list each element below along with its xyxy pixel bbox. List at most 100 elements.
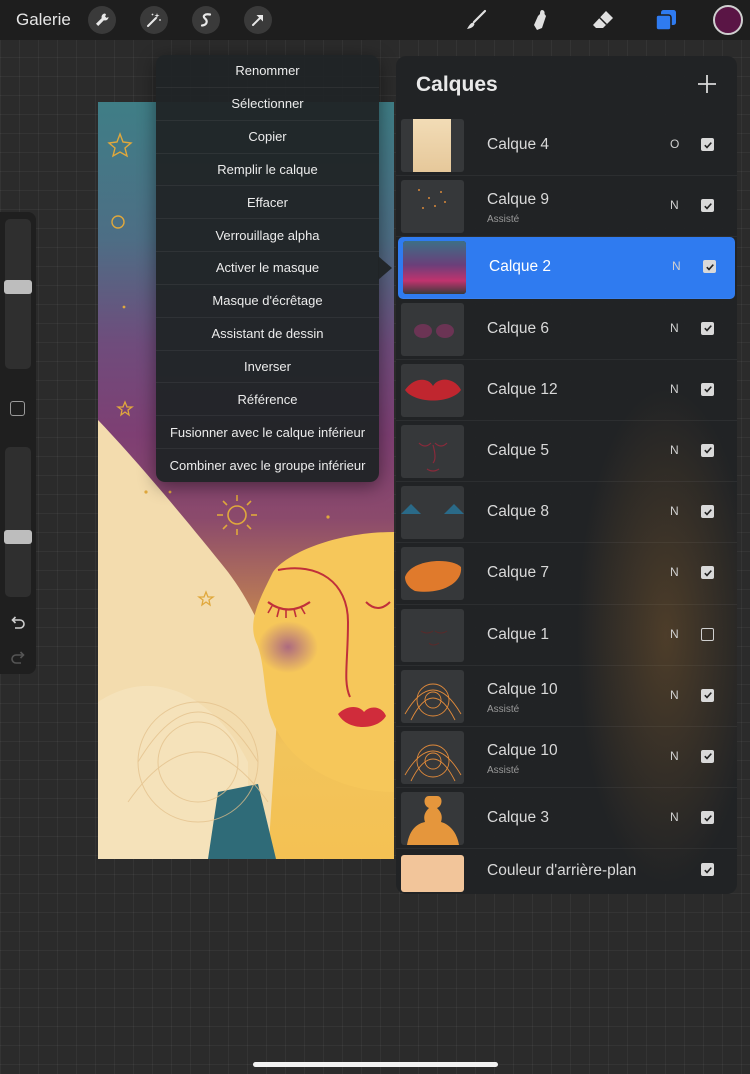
blend-mode-button[interactable]: N	[670, 810, 679, 824]
visibility-checkbox[interactable]	[701, 811, 714, 825]
layer-thumbnail[interactable]	[401, 180, 464, 234]
visibility-checkbox[interactable]	[701, 138, 714, 151]
menu-item[interactable]: Effacer	[156, 186, 379, 220]
visibility-checkbox[interactable]	[701, 505, 714, 519]
layer-thumbnail[interactable]	[401, 608, 464, 662]
menu-item[interactable]: Masque d'écrêtage	[156, 285, 379, 318]
menu-item[interactable]: Assistant de dessin	[156, 318, 379, 351]
blend-mode-button[interactable]: N	[670, 198, 679, 212]
menu-item[interactable]: Référence	[156, 383, 379, 417]
menu-pointer	[378, 256, 392, 280]
visibility-checkbox[interactable]	[701, 199, 714, 213]
blend-mode-button[interactable]: N	[670, 565, 679, 579]
background-color-swatch[interactable]	[401, 855, 464, 893]
blend-mode-button[interactable]: N	[670, 443, 679, 457]
color-picker-swatch[interactable]	[713, 5, 743, 35]
layer-name: Calque 5	[487, 441, 550, 459]
layer-row[interactable]: Calque 4 O	[396, 115, 737, 177]
layer-thumbnail[interactable]	[403, 241, 466, 295]
visibility-checkbox[interactable]	[701, 749, 714, 763]
magic-wand-icon[interactable]	[140, 6, 168, 34]
layer-thumbnail[interactable]	[401, 119, 464, 172]
menu-item[interactable]: Remplir le calque	[156, 154, 379, 187]
layer-thumbnail[interactable]	[401, 486, 464, 540]
menu-item[interactable]: Fusionner avec le calque inférieur	[156, 416, 379, 450]
transform-arrow-icon[interactable]	[244, 6, 272, 34]
background-color-row[interactable]: Couleur d'arrière-plan	[396, 849, 737, 894]
menu-item[interactable]: Activer le masque	[156, 252, 379, 285]
layer-name: Couleur d'arrière-plan	[487, 862, 637, 880]
menu-item[interactable]: Sélectionner	[156, 88, 379, 121]
layer-subtitle: Assisté	[487, 764, 520, 776]
layer-thumbnail[interactable]	[401, 363, 464, 417]
layer-name: Calque 8	[487, 503, 550, 521]
layer-row[interactable]: Calque 6 N	[396, 299, 737, 360]
layers-icon[interactable]	[653, 7, 679, 33]
blend-mode-button[interactable]: N	[670, 382, 679, 396]
menu-item[interactable]: Verrouillage alpha	[156, 219, 379, 253]
layer-name: Calque 4	[487, 136, 550, 153]
visibility-checkbox[interactable]	[701, 863, 714, 877]
layer-thumbnail[interactable]	[401, 424, 464, 478]
layer-row[interactable]: Calque 9 Assisté N	[396, 176, 737, 238]
layer-row[interactable]: Calque 3 N	[396, 788, 737, 850]
panel-title: Calques	[416, 73, 498, 96]
visibility-checkbox[interactable]	[701, 321, 714, 335]
blend-mode-button[interactable]: N	[670, 688, 679, 702]
blend-mode-button[interactable]: N	[670, 504, 679, 518]
layer-name: Calque 7	[487, 564, 550, 582]
blend-mode-button[interactable]: O	[670, 137, 679, 151]
visibility-checkbox[interactable]	[701, 566, 714, 580]
visibility-checkbox[interactable]	[701, 382, 714, 396]
visibility-checkbox[interactable]	[701, 688, 714, 702]
layer-thumbnail[interactable]	[401, 547, 464, 601]
layer-thumbnail[interactable]	[401, 730, 464, 784]
menu-item[interactable]: Renommer	[156, 55, 379, 88]
layer-context-menu: Renommer Sélectionner Copier Remplir le cal…	[156, 55, 379, 482]
layer-name: Calque 3	[487, 809, 550, 827]
visibility-checkbox[interactable]	[701, 627, 714, 641]
undo-icon[interactable]	[9, 614, 27, 632]
layer-name: Calque 12	[487, 380, 558, 398]
smudge-icon[interactable]	[527, 7, 553, 33]
wrench-icon[interactable]	[88, 6, 116, 34]
layer-row[interactable]: Calque 12 N	[396, 360, 737, 421]
layer-row[interactable]: Calque 5 N	[396, 421, 737, 483]
blend-mode-button[interactable]: N	[670, 749, 679, 763]
brush-icon[interactable]	[463, 7, 489, 33]
brush-size-slider[interactable]	[4, 219, 32, 369]
blend-mode-button[interactable]: N	[670, 627, 679, 641]
layer-list: Calque 4 O Calque 9 Assisté N Calque 2 N Calque…	[396, 115, 737, 894]
visibility-checkbox[interactable]	[703, 260, 716, 274]
layer-name: Calque 10	[487, 680, 558, 698]
layer-row[interactable]: Calque 10 Assisté N	[396, 727, 737, 789]
eraser-icon[interactable]	[590, 7, 616, 33]
plus-icon[interactable]	[696, 73, 718, 95]
layer-thumbnail[interactable]	[401, 302, 464, 356]
layer-thumbnail[interactable]	[401, 792, 464, 846]
menu-item[interactable]: Copier	[156, 121, 379, 154]
layer-row[interactable]: Calque 10 Assisté N	[396, 666, 737, 727]
menu-item[interactable]: Combiner avec le groupe inférieur	[156, 449, 379, 482]
left-sidebar	[0, 212, 36, 674]
gallery-button[interactable]: Galerie	[16, 10, 71, 30]
brush-size-thumb[interactable]	[4, 280, 32, 294]
layer-row[interactable]: Calque 2 N	[398, 237, 735, 299]
layer-name: Calque 6	[487, 319, 550, 337]
redo-icon[interactable]	[9, 649, 27, 667]
blend-mode-button[interactable]: N	[672, 259, 681, 273]
layer-row[interactable]: Calque 8 N	[396, 482, 737, 544]
home-indicator[interactable]	[253, 1062, 498, 1067]
modifier-square-icon[interactable]	[10, 401, 25, 416]
layer-thumbnail[interactable]	[401, 669, 464, 723]
top-toolbar: Galerie	[0, 0, 750, 40]
menu-item[interactable]: Inverser	[156, 351, 379, 384]
layer-row[interactable]: Calque 1 N	[396, 605, 737, 666]
opacity-thumb[interactable]	[4, 530, 32, 544]
layer-name: Calque 10	[487, 741, 558, 759]
layer-row[interactable]: Calque 7 N	[396, 543, 737, 605]
visibility-checkbox[interactable]	[701, 443, 714, 457]
selection-icon[interactable]	[192, 6, 220, 34]
blend-mode-button[interactable]: N	[670, 321, 679, 335]
opacity-slider[interactable]	[4, 447, 32, 597]
